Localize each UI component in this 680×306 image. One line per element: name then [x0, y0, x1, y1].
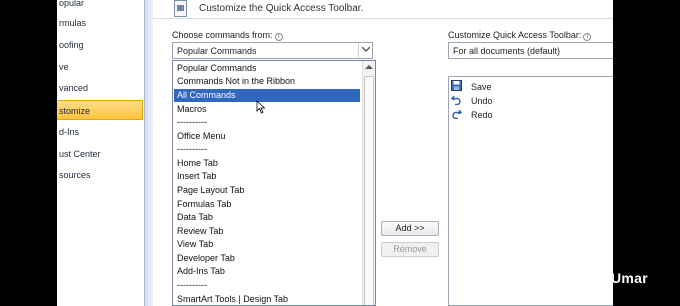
screen: opular rmulas oofing ve vanced stomize d…	[0, 0, 680, 306]
undo-icon	[451, 95, 461, 105]
customize-toolbar-label-text: Customize Quick Access Toolbar:	[448, 30, 582, 40]
commands-dropdown-list[interactable]: Popular Commands Commands Not in the Rib…	[172, 60, 376, 306]
quick-access-toolbar-list[interactable]: Save Undo Redo	[448, 76, 613, 306]
dropdown-item[interactable]: Insert Tab	[174, 170, 360, 183]
dropdown-item[interactable]: View Tab	[174, 238, 360, 251]
dropdown-item[interactable]: Data Tab	[174, 211, 360, 224]
chevron-down-icon[interactable]	[358, 43, 372, 58]
dropdown-item[interactable]: Review Tab	[174, 225, 360, 238]
redo-icon	[452, 109, 462, 119]
dropdown-separator: ----------	[177, 144, 207, 154]
qat-item-label: Undo	[471, 96, 493, 106]
sidebar-item-formulas[interactable]: rmulas	[57, 13, 143, 33]
qat-item-label: Redo	[471, 110, 493, 120]
choose-commands-select[interactable]: Popular Commands	[172, 42, 373, 59]
dropdown-item-selected[interactable]: All Commands	[174, 89, 360, 102]
dropdown-item[interactable]: Macros	[174, 103, 360, 116]
quick-access-toolbar-icon	[174, 0, 187, 17]
list-item-undo[interactable]: Undo	[451, 94, 611, 108]
add-button[interactable]: Add >>	[381, 221, 439, 236]
sidebar-item-add-ins[interactable]: d-Ins	[57, 122, 143, 142]
left-black-bar	[0, 0, 57, 306]
dropdown-item[interactable]: SmartArt Tools | Design Tab	[174, 293, 360, 305]
list-item-redo[interactable]: Redo	[451, 108, 611, 122]
customize-toolbar-label: Customize Quick Access Toolbar: i	[448, 30, 592, 41]
sidebar-item-resources[interactable]: sources	[57, 165, 143, 185]
sidebar-item-advanced[interactable]: vanced	[57, 78, 143, 98]
dropdown-separator: ----------	[177, 117, 207, 127]
panel-header: Customize the Quick Access Toolbar.	[153, 0, 613, 20]
list-item-save[interactable]: Save	[451, 80, 611, 94]
customize-toolbar-select[interactable]: For all documents (default)	[448, 42, 618, 59]
choose-commands-value: Popular Commands	[177, 46, 257, 56]
choose-commands-label-text: Choose commands from:	[172, 30, 273, 40]
sidebar-item-trust-center[interactable]: ust Center	[57, 144, 143, 164]
remove-button[interactable]: Remove	[381, 242, 439, 257]
sidebar-item-customize[interactable]: stomize	[57, 100, 143, 120]
sidebar-item-proofing[interactable]: oofing	[57, 35, 143, 55]
choose-commands-label: Choose commands from: i	[172, 30, 283, 41]
dropdown-item[interactable]: Commands Not in the Ribbon	[174, 75, 360, 88]
header-divider	[153, 18, 613, 19]
page-title: Customize the Quick Access Toolbar.	[199, 3, 364, 14]
right-black-bar	[613, 0, 680, 306]
sidebar-divider	[145, 0, 153, 306]
dropdown-item[interactable]: Office Menu	[174, 130, 360, 143]
sidebar-item-save[interactable]: ve	[57, 57, 143, 77]
scroll-up-icon[interactable]	[365, 64, 373, 70]
dropdown-item[interactable]: Developer Tab	[174, 252, 360, 265]
dropdown-item[interactable]: Home Tab	[174, 157, 360, 170]
scrollbar-thumb[interactable]	[364, 76, 374, 305]
info-icon: i	[583, 33, 592, 41]
sidebar-item-popular[interactable]: opular	[57, 0, 143, 13]
channel-watermark: Umar	[611, 270, 648, 286]
options-sidebar: opular rmulas oofing ve vanced stomize d…	[57, 0, 145, 306]
dropdown-item[interactable]: Formulas Tab	[174, 198, 360, 211]
save-icon	[451, 80, 462, 91]
dropdown-item[interactable]: Popular Commands	[174, 62, 360, 75]
mouse-cursor-icon	[256, 100, 266, 114]
customize-toolbar-value: For all documents (default)	[453, 46, 561, 56]
info-icon: i	[274, 33, 283, 41]
dropdown-scrollbar[interactable]	[362, 61, 375, 305]
dropdown-item[interactable]: Add-Ins Tab	[174, 265, 360, 278]
customize-panel: Customize the Quick Access Toolbar. Choo…	[153, 0, 618, 306]
dropdown-separator: ----------	[177, 280, 207, 290]
dropdown-item[interactable]: Page Layout Tab	[174, 184, 360, 197]
qat-item-label: Save	[471, 82, 492, 92]
